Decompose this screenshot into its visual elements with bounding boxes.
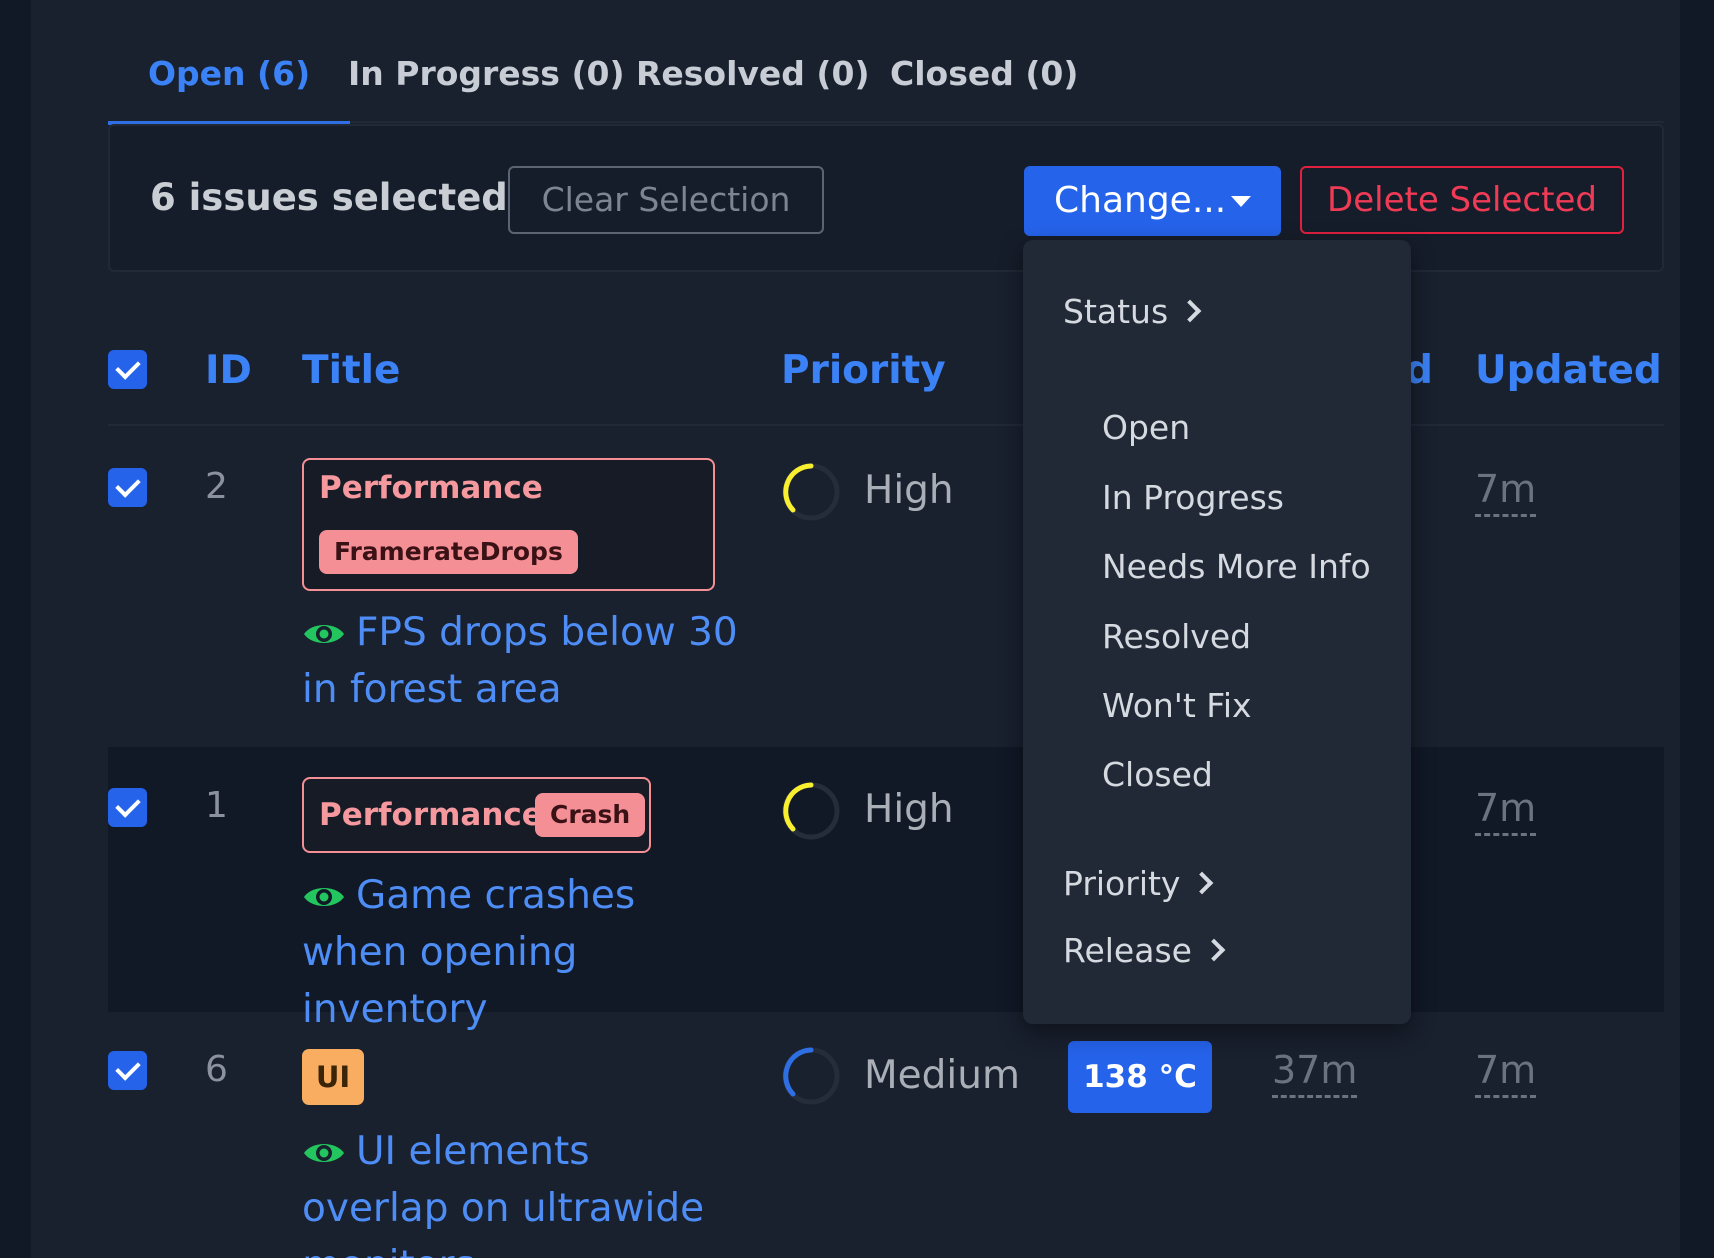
menu-release[interactable]: Release [1063,931,1226,970]
eye-icon [304,625,344,643]
select-all-checkbox[interactable] [108,350,147,389]
temperature-badge: 138 °C [1068,1041,1212,1113]
change-dropdown-button[interactable]: Change... [1024,166,1281,236]
issues-panel: Open (6) In Progress (0) Resolved (0) Cl… [31,0,1680,1258]
chevron-right-icon [1191,871,1214,895]
row-checkbox[interactable] [108,468,147,507]
menu-status-needs-more-info[interactable]: Needs More Info [1102,547,1371,586]
issue-title-link[interactable]: UI elements overlap on ultrawide monitor… [302,1123,742,1258]
header-title[interactable]: Title [302,348,400,393]
issue-id: 2 [205,466,228,507]
chevron-right-icon [1178,299,1202,323]
category-tag[interactable]: UI [302,1049,364,1105]
label-tag[interactable]: Crash [535,793,646,837]
menu-status[interactable]: Status [1063,292,1202,331]
priority-high-icon [782,463,840,521]
issue-title: Game crashes when opening inventory [302,873,636,1032]
bulk-action-bar: 6 issues selected Clear Selection Change… [108,124,1664,272]
row-checkbox[interactable] [108,1051,147,1090]
table-row[interactable]: 2 Performance FramerateDrops FPS drops b… [108,428,1664,746]
created-time: 37m [1272,1049,1358,1098]
tag-group: Performance FramerateDrops [302,458,715,591]
table-header: ID Title Priority d Updated [108,330,1664,426]
priority-label: Medium [864,1053,1020,1098]
header-priority[interactable]: Priority [781,348,946,393]
menu-release-label: Release [1063,931,1192,970]
updated-time: 7m [1475,787,1537,836]
category-tag: Performance [319,797,543,833]
menu-status-wont-fix[interactable]: Won't Fix [1102,686,1252,725]
tab-closed[interactable]: Closed (0) [850,52,1118,123]
menu-priority-label: Priority [1063,864,1181,903]
menu-priority[interactable]: Priority [1063,864,1214,903]
clear-selection-button[interactable]: Clear Selection [508,166,824,234]
row-checkbox[interactable] [108,788,147,827]
tag-group: Performance Crash [302,777,651,853]
change-dropdown-menu: Status Open In Progress Needs More Info … [1023,240,1411,1024]
updated-time: 7m [1475,468,1537,517]
table-row[interactable]: 1 Performance Crash Game crashes when op… [108,747,1664,1032]
issue-id: 6 [205,1049,228,1090]
label-tag[interactable]: FramerateDrops [319,530,578,574]
eye-icon [304,888,344,906]
menu-status-resolved[interactable]: Resolved [1102,617,1251,656]
menu-status-in-progress[interactable]: In Progress [1102,478,1284,517]
issue-title-link[interactable]: FPS drops below 30 in forest area [302,604,742,718]
menu-status-open[interactable]: Open [1102,408,1190,447]
priority-label: High [864,787,954,832]
table-row[interactable]: 6 UI UI elements overlap on ultrawide mo… [108,1013,1664,1258]
issue-title: UI elements overlap on ultrawide monitor… [302,1129,705,1258]
chevron-right-icon [1202,938,1226,962]
selection-count: 6 issues selected [150,176,508,219]
priority-label: High [864,468,954,513]
priority-high-icon [782,782,840,840]
issue-title: FPS drops below 30 in forest area [302,610,738,712]
header-updated[interactable]: Updated [1475,348,1662,393]
status-tabs: Open (6) In Progress (0) Resolved (0) Cl… [108,52,1664,125]
caret-down-icon [1231,196,1251,207]
eye-icon [304,1144,344,1162]
header-id[interactable]: ID [205,348,252,393]
menu-status-closed[interactable]: Closed [1102,755,1213,794]
priority-medium-icon [782,1047,840,1105]
updated-time: 7m [1475,1049,1537,1098]
change-label: Change... [1054,180,1227,221]
category-tag: Performance [319,470,543,506]
delete-selected-button[interactable]: Delete Selected [1300,166,1624,234]
menu-status-label: Status [1063,292,1169,331]
issue-id: 1 [205,785,228,826]
